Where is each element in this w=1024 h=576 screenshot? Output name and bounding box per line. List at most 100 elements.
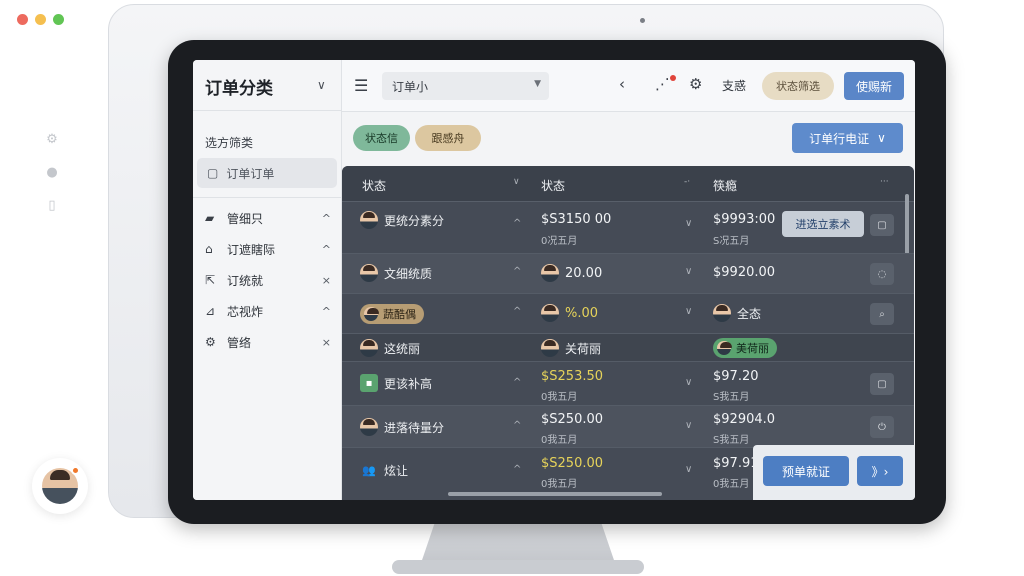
menu-icon[interactable]: ☰	[354, 76, 368, 95]
close-icon[interactable]: ×	[322, 274, 331, 287]
sidebar-item-label: 订单订单	[226, 166, 275, 181]
sidebar-item-3[interactable]: ⇱ 订统就 ×	[205, 269, 331, 291]
notification-dot	[71, 466, 80, 475]
power-icon[interactable]: ⏻	[870, 416, 894, 438]
gear-icon[interactable]: ⚙	[689, 75, 702, 93]
sort-icon[interactable]: -·	[684, 177, 690, 187]
sidebar-item-active[interactable]: ▢ 订单订单	[197, 158, 337, 188]
chevron-left-icon[interactable]: ‹	[619, 75, 625, 93]
chevron-up-icon[interactable]: ^	[513, 420, 521, 431]
sidebar-item-2[interactable]: ⌂ 订遮瞎际 ^	[205, 238, 331, 260]
row-name: 更统分素分	[384, 213, 445, 228]
sidebar-section-label: 选方筛类	[205, 136, 254, 150]
table-row[interactable]: 这统丽 关荷丽 美荷丽	[342, 334, 914, 362]
horizontal-scrollbar[interactable]	[448, 492, 662, 496]
copy-icon[interactable]: ▢	[870, 214, 894, 236]
export-icon: ⇱	[205, 273, 216, 287]
select-value: 订单小	[392, 79, 429, 94]
expand-icon[interactable]: ^	[322, 305, 331, 318]
circle-icon[interactable]: ●	[44, 165, 60, 180]
gear-icon[interactable]: ⚙	[44, 132, 60, 147]
column-header[interactable]: 筷瘾	[713, 177, 737, 194]
chevron-down-icon[interactable]: ∨	[685, 306, 692, 317]
row-name: 炫让	[384, 464, 409, 478]
chevron-up-icon[interactable]: ^	[513, 266, 521, 277]
more-icon[interactable]: ···	[880, 177, 889, 187]
chevron-up-icon[interactable]: ^	[513, 464, 521, 475]
chevron-down-icon[interactable]: ∨	[685, 218, 692, 229]
status-filter-button[interactable]: 状态筛选	[762, 72, 834, 100]
sidebar-item-5[interactable]: ⚙ 管络 ×	[205, 331, 331, 353]
user-avatar-button[interactable]	[32, 458, 88, 514]
table-row[interactable]: 进落待量分 ^ $S250.00 0我五月 ∨ $92904.0 S我五月 ⏻	[342, 406, 914, 448]
chevron-down-icon[interactable]: ∨	[685, 266, 692, 277]
topbar: ☰ 订单小 ▼ ‹ ⋰ ⚙ 支惑 状态筛选 使赐新	[342, 60, 915, 112]
sidebar-item-label: 管细只	[227, 211, 264, 226]
close-dot[interactable]	[17, 14, 28, 25]
table-row[interactable]: 更统分素分 ^ $S3150 00 0况五月 ∨ $9993:00 S况五月 进…	[342, 202, 914, 254]
box-icon: ⊿	[205, 304, 216, 318]
notification-dot	[670, 75, 676, 81]
sidebar-item-label: 订遮瞎际	[227, 242, 276, 257]
chevron-up-icon[interactable]: ^	[513, 306, 521, 317]
row-name: 蔬酷偶	[383, 308, 416, 321]
sidebar-item-1[interactable]: ▰ 管细只 ^	[205, 207, 331, 229]
sidebar-title: 订单分类	[205, 79, 273, 99]
left-rail: ⚙ ● ▯	[44, 132, 60, 213]
row-amount: $S250.00	[541, 412, 604, 427]
chevron-down-icon[interactable]: ∨	[685, 377, 692, 388]
row-subtext: 0我五月	[541, 392, 578, 403]
table-row[interactable]: ▪ 更该补高 ^ $S253.50 0我五月 ∨ $97.20 S我五月 ▢	[342, 362, 914, 406]
layout-icon[interactable]: ▯	[44, 198, 60, 213]
row-amount: 关荷丽	[565, 341, 602, 356]
row-amount-2: $9920.00	[713, 265, 776, 280]
row-amount: $S253.50	[541, 369, 604, 384]
app-screen: 订单分类 ∨ 选方筛类 ▢ 订单订单 ▰ 管细只 ^ ⌂ 订遮瞎际 ^ ⇱ 订统…	[193, 60, 915, 500]
loading-icon[interactable]: ⋰	[655, 75, 670, 93]
maximize-dot[interactable]	[53, 14, 64, 25]
chevron-up-icon[interactable]: ^	[513, 218, 521, 229]
lock-icon[interactable]: ◌	[870, 263, 894, 285]
search-icon[interactable]: ⌕	[870, 303, 894, 325]
filter-chip[interactable]: 跟感舟	[415, 125, 481, 151]
next-button[interactable]: 》›	[857, 456, 903, 486]
caret-down-icon: ▼	[534, 79, 541, 89]
column-header[interactable]: 状态	[541, 177, 565, 194]
table-row[interactable]: 蔬酷偶 ^ %.00 ∨ 全态 ⌕	[342, 294, 914, 334]
sidebar-item-4[interactable]: ⊿ 芯视炸 ^	[205, 300, 331, 322]
help-link[interactable]: 支惑	[722, 77, 746, 94]
sidebar-item-label: 订统就	[227, 273, 264, 288]
row-amount-2: $97.20	[713, 369, 759, 384]
table-row[interactable]: 文细统质 ^ 20.00 ∨ $9920.00 ◌	[342, 254, 914, 294]
chevron-down-icon[interactable]: ∨	[685, 464, 692, 475]
expand-icon[interactable]: ^	[322, 212, 331, 225]
row-action-button[interactable]: 进选立素术	[782, 211, 864, 237]
sort-icon[interactable]: ∨	[513, 177, 520, 187]
row-name: 文细统质	[384, 266, 433, 281]
row-amount: %.00	[565, 305, 599, 321]
avatar	[713, 304, 731, 322]
close-icon[interactable]: ×	[322, 336, 331, 349]
row-name: 这统丽	[384, 341, 421, 356]
row-name: 进落待量分	[384, 420, 445, 435]
row-amount-2: $97.91	[713, 456, 759, 471]
avatar	[360, 264, 378, 282]
chevron-down-icon[interactable]: ∨	[317, 78, 326, 92]
refresh-button[interactable]: 使赐新	[844, 72, 904, 100]
row-subtext: 0我五月	[541, 435, 578, 446]
category-select[interactable]: 订单小 ▼	[382, 72, 549, 100]
chevron-up-icon[interactable]: ^	[513, 377, 521, 388]
copy-icon[interactable]: ▢	[870, 373, 894, 395]
minimize-dot[interactable]	[35, 14, 46, 25]
column-header[interactable]: 状态	[362, 177, 386, 194]
avatar	[717, 341, 732, 355]
expand-icon[interactable]: ^	[322, 243, 331, 256]
status-chip[interactable]: 状态信	[353, 125, 410, 151]
order-filter-button[interactable]: 订单行电证 ∨	[792, 123, 903, 153]
row-amount: $S250.00	[541, 456, 604, 471]
chevron-down-icon[interactable]: ∨	[685, 420, 692, 431]
bulk-action-panel: 预单就证 》›	[753, 445, 915, 500]
table-header: 状态 ∨ 状态 -· 筷瘾 ···	[342, 166, 914, 202]
avatar	[360, 339, 378, 357]
confirm-order-button[interactable]: 预单就证	[763, 456, 849, 486]
